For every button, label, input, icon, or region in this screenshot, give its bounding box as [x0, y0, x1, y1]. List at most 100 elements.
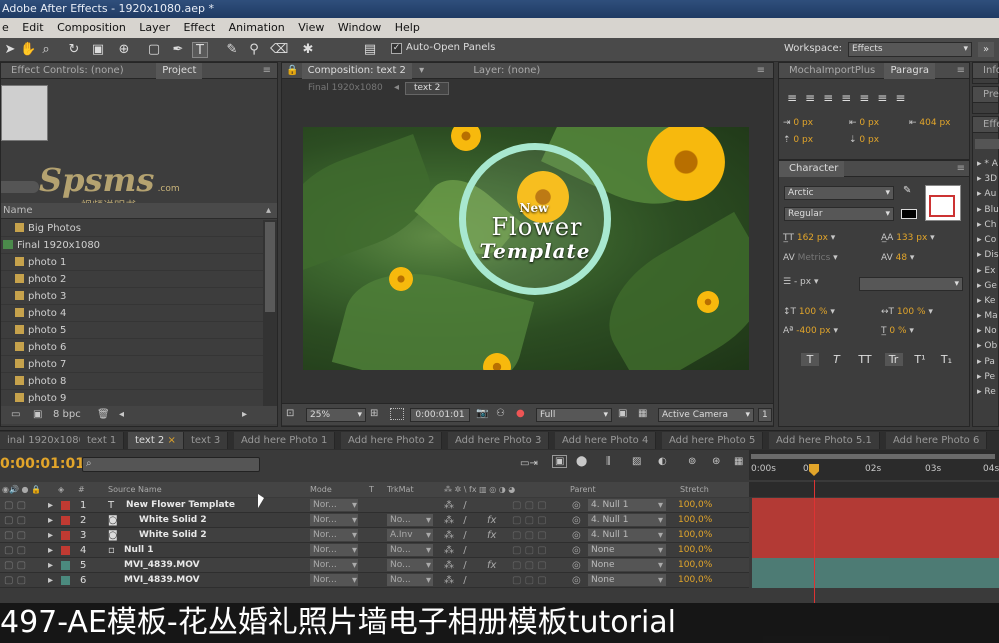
parent-select[interactable]: 4. Null 1: [588, 499, 666, 511]
font-family-select[interactable]: Arctic ▾: [784, 186, 894, 200]
black-swatch[interactable]: [901, 209, 917, 219]
camera-select[interactable]: Active Camera ▾: [658, 408, 754, 422]
effects-category[interactable]: ▸ * A: [977, 158, 999, 170]
layer-switches-extra[interactable]: ▢ ▢ ▢: [512, 513, 547, 528]
layer-switches[interactable]: ⁂ /: [444, 498, 467, 513]
project-item[interactable]: photo 6: [1, 339, 263, 356]
tab-mocha[interactable]: MochaImportPlus: [779, 63, 881, 79]
parent-select[interactable]: 4. Null 1: [588, 514, 666, 526]
timeline-timecode[interactable]: 0:00:01:01: [0, 456, 85, 472]
project-item[interactable]: photo 4: [1, 305, 263, 322]
timeline-tab[interactable]: Add here Photo 4: [555, 432, 657, 449]
superscript-button[interactable]: T¹: [911, 353, 929, 366]
tab-layer[interactable]: Layer: (none): [467, 63, 546, 79]
new-folder-icon[interactable]: ▭: [11, 406, 20, 424]
timeline-tab[interactable]: Add here Photo 2: [341, 432, 443, 449]
stretch-value[interactable]: 100,0%: [678, 558, 712, 573]
brainstorm-icon[interactable]: ◐: [658, 456, 667, 467]
frame-blending-icon[interactable]: ⫼: [606, 456, 611, 467]
effects-category[interactable]: ▸ Ge: [977, 280, 999, 292]
shy-layers-icon[interactable]: ⬤: [576, 456, 587, 467]
layer-row[interactable]: ▢ ▢ ▸ 3 ◙ White Solid 2 Nor... ▾ A.Inv ▾ ⁂ / fx ▢ ▢…: [0, 528, 749, 543]
motion-blur-icon[interactable]: ▨: [632, 456, 641, 467]
layer-name[interactable]: Null 1: [124, 543, 154, 558]
pick-whip-icon[interactable]: ◎: [572, 528, 581, 543]
layer-name[interactable]: MVI_4839.MOV: [124, 573, 200, 588]
comp-mini-flowchart-icon[interactable]: ▭⇥: [520, 458, 538, 469]
effects-category[interactable]: ▸ No: [977, 325, 999, 337]
stretch-value[interactable]: 100,0%: [678, 513, 712, 528]
stretch-header[interactable]: Stretch: [680, 482, 709, 497]
resolution-select[interactable]: Full ▾: [536, 408, 612, 422]
trkmat-header[interactable]: TrkMat: [387, 482, 414, 497]
timeline-tab[interactable]: Add here Photo 6: [886, 432, 988, 449]
project-item[interactable]: photo 9: [1, 390, 263, 407]
transparency-grid-icon[interactable]: ▦: [638, 408, 647, 419]
views-select[interactable]: 1: [758, 408, 772, 422]
layer-switches[interactable]: ⁂ /: [444, 558, 467, 573]
label-color-swatch[interactable]: [61, 546, 70, 555]
chevron-down-icon[interactable]: ▾: [658, 513, 663, 528]
effects-category[interactable]: ▸ Re: [977, 386, 999, 398]
color-channels-icon[interactable]: ●: [516, 408, 525, 419]
timeline-tab[interactable]: Add here Photo 3: [448, 432, 550, 449]
visibility-switches[interactable]: ▢ ▢: [4, 558, 26, 573]
effects-category[interactable]: ▸ Pa: [977, 356, 999, 368]
timeline-menu-icon[interactable]: ▦: [734, 456, 743, 467]
project-item[interactable]: photo 5: [1, 322, 263, 339]
label-color-swatch[interactable]: [61, 501, 70, 510]
layer-duration-bar[interactable]: [752, 573, 999, 588]
fx-icon[interactable]: fx: [487, 513, 496, 528]
project-item[interactable]: photo 3: [1, 288, 263, 305]
stroke-width-field[interactable]: ☰ - px ▾: [783, 277, 818, 287]
panel-menu-icon[interactable]: ≡: [957, 161, 969, 177]
effects-category[interactable]: ▸ Au: [977, 188, 999, 200]
expand-arrow-icon[interactable]: ▸: [48, 573, 53, 588]
paragraph-align-buttons[interactable]: ≡≡≡≡≡≡≡: [787, 91, 967, 105]
expand-arrow-icon[interactable]: ▸: [48, 528, 53, 543]
panel-toggle-icon[interactable]: ▤: [362, 42, 378, 58]
pick-whip-icon[interactable]: ◎: [572, 558, 581, 573]
tab-character[interactable]: Character: [779, 161, 845, 177]
effects-category[interactable]: ▸ Ke: [977, 295, 999, 307]
expand-arrow-icon[interactable]: ▸: [48, 498, 53, 513]
timeline-search-input[interactable]: ⌕: [82, 457, 260, 472]
parent-select[interactable]: None: [588, 574, 666, 586]
effects-category[interactable]: ▸ Ch: [977, 219, 999, 231]
tab-composition[interactable]: Composition: text 2: [301, 63, 412, 79]
leading-field[interactable]: A̲A 133 px ▾: [881, 233, 935, 243]
layer-name[interactable]: White Solid 2: [139, 513, 207, 528]
stroke-order-select[interactable]: ▾: [859, 277, 963, 291]
layer-name[interactable]: MVI_4839.MOV: [124, 558, 200, 573]
tab-info[interactable]: Info: [973, 63, 999, 79]
project-scrollbar[interactable]: [263, 220, 277, 408]
workspace-menu-icon[interactable]: »: [978, 42, 994, 57]
current-time-indicator[interactable]: [809, 464, 819, 476]
chevron-down-icon[interactable]: ▾: [658, 498, 663, 513]
tab-project[interactable]: Project: [156, 63, 203, 79]
timeline-tab-active[interactable]: text 2 ×: [128, 432, 184, 449]
pen-tool-icon[interactable]: ✒: [170, 42, 186, 58]
timeline-tab[interactable]: Add here Photo 5.1: [769, 432, 880, 449]
menu-animation[interactable]: Animation: [229, 21, 285, 34]
indent-first-field[interactable]: ⇤ 0 px: [849, 118, 879, 128]
layer-switches[interactable]: ⁂ /: [444, 573, 467, 588]
parent-select[interactable]: None: [588, 559, 666, 571]
tab-effect-controls[interactable]: Effect Controls: (none): [1, 63, 153, 79]
rectangle-tool-icon[interactable]: ▢: [146, 42, 162, 58]
new-comp-icon[interactable]: ▣: [33, 406, 42, 424]
layer-row[interactable]: ▢ ▢ ▸ 2 ◙ White Solid 2 Nor... ▾ No... ▾ ⁂ / fx ▢ ▢…: [0, 513, 749, 528]
label-color-swatch[interactable]: [61, 576, 70, 585]
layer-switches-extra[interactable]: ▢ ▢ ▢: [512, 498, 547, 513]
label-color-swatch[interactable]: [61, 531, 70, 540]
vertical-scale-field[interactable]: ↕T 100 % ▾: [783, 307, 835, 317]
effects-category[interactable]: ▸ Dis: [977, 249, 999, 261]
stretch-value[interactable]: 100,0%: [678, 573, 712, 588]
menu-effect[interactable]: Effect: [183, 21, 215, 34]
project-item[interactable]: photo 1: [1, 254, 263, 271]
layer-switches-extra[interactable]: ▢ ▢ ▢: [512, 558, 547, 573]
chevron-down-icon[interactable]: ▾: [658, 528, 663, 543]
tab-effects[interactable]: Effe: [973, 117, 999, 133]
parent-header[interactable]: Parent: [570, 482, 596, 497]
panel-menu-icon[interactable]: ≡: [263, 63, 277, 79]
